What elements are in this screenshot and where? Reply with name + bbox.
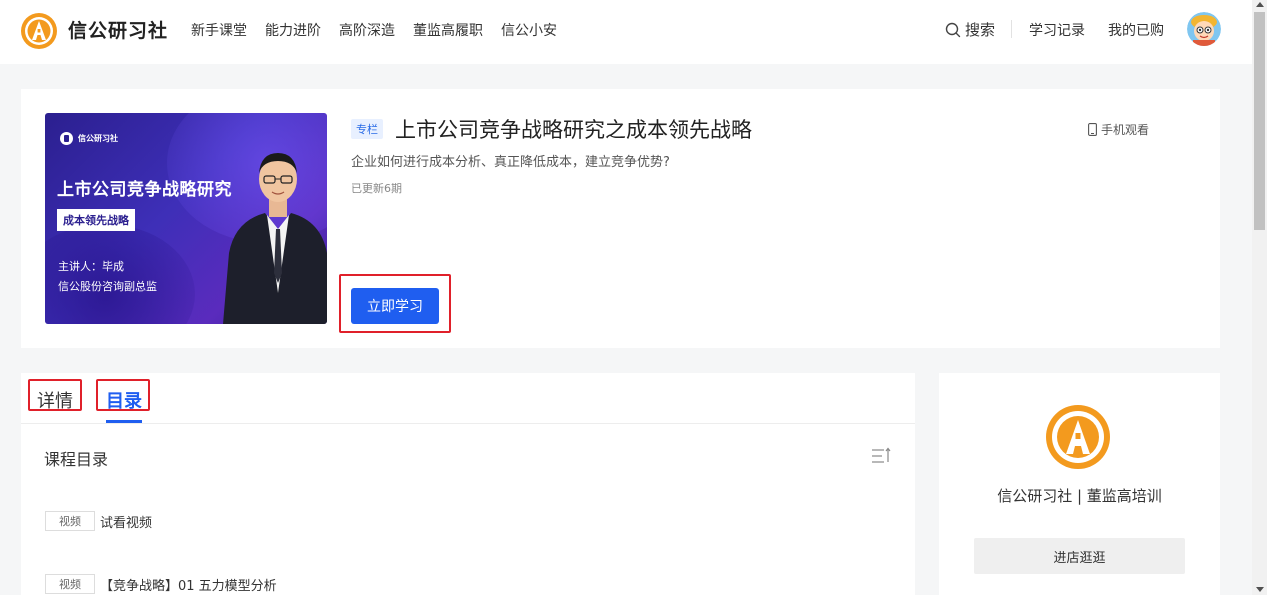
mobile-watch-button[interactable]: 手机观看 [1088, 121, 1149, 138]
mobile-icon [1088, 123, 1097, 136]
update-count: 已更新6期 [351, 182, 402, 195]
catalog-section-title: 课程目录 [44, 450, 109, 469]
column-badge: 专栏 [351, 119, 383, 139]
cover-presenter: 主讲人：毕成 [58, 260, 124, 273]
logo-icon[interactable] [20, 12, 58, 50]
nav-item-xiaoan[interactable]: 信公小安 [501, 20, 557, 40]
cover-title: 上市公司竞争战略研究 [57, 180, 232, 200]
purchased-link[interactable]: 我的已购 [1108, 20, 1164, 40]
cover-tag: 成本领先战略 [57, 209, 135, 231]
shop-name: 信公研习社 | 董监高培训 [997, 487, 1162, 505]
vertical-scrollbar[interactable] [1252, 0, 1267, 595]
cover-brand: 信公研习社 [60, 132, 118, 145]
catalog-panel: 详情 目录 课程目录 视频 试看视频 视频 【竞争战略】01 五力模型分析 [21, 373, 915, 595]
course-title: 上市公司竞争战略研究之成本领先战略 [395, 118, 752, 142]
visit-shop-button[interactable]: 进店逛逛 [974, 538, 1185, 574]
top-header: 信公研习社 新手课堂 能力进阶 高阶深造 董监高履职 信公小安 搜索 学习记录 … [0, 0, 1252, 64]
lesson-item[interactable]: 视频 【竞争战略】01 五力模型分析 [45, 574, 277, 594]
cover-logo-icon [60, 132, 73, 145]
main-nav: 新手课堂 能力进阶 高阶深造 董监高履职 信公小安 [191, 20, 575, 40]
lesson-title: 【竞争战略】01 五力模型分析 [100, 578, 277, 594]
cover-brand-text: 信公研习社 [78, 134, 118, 143]
lesson-type-tag: 视频 [45, 574, 95, 594]
nav-item-advanced[interactable]: 能力进阶 [265, 20, 321, 40]
study-history-link[interactable]: 学习记录 [1029, 20, 1085, 40]
cover-presenter-title: 信公股份咨询副总监 [58, 280, 157, 293]
scroll-thumb[interactable] [1254, 12, 1265, 230]
header-divider [1011, 20, 1012, 38]
course-cover-image[interactable]: 信公研习社 上市公司竞争战略研究 成本领先战略 主讲人：毕成 信公股份咨询副总监 [45, 113, 327, 324]
search-label: 搜索 [965, 21, 996, 39]
avatar[interactable] [1187, 12, 1221, 46]
nav-item-expert[interactable]: 高阶深造 [339, 20, 395, 40]
scroll-down-arrow-icon[interactable] [1256, 587, 1264, 592]
mobile-watch-label: 手机观看 [1101, 123, 1150, 137]
lesson-title: 试看视频 [100, 515, 153, 531]
brand-name[interactable]: 信公研习社 [68, 16, 168, 43]
nav-item-directors[interactable]: 董监高履职 [413, 20, 483, 40]
highlight-box-catalog [96, 379, 150, 411]
course-card: 信公研习社 上市公司竞争战略研究 成本领先战略 主讲人：毕成 信公股份咨询副总监… [21, 89, 1220, 348]
highlight-box-detail [28, 379, 82, 411]
lesson-type-tag: 视频 [45, 511, 95, 531]
nav-item-beginner[interactable]: 新手课堂 [191, 20, 247, 40]
shop-logo-icon[interactable] [1045, 404, 1111, 470]
lesson-item[interactable]: 视频 试看视频 [45, 511, 152, 531]
search-button[interactable]: 搜索 [945, 19, 995, 40]
page: 信公研习社 新手课堂 能力进阶 高阶深造 董监高履职 信公小安 搜索 学习记录 … [0, 0, 1267, 595]
course-subtitle: 企业如何进行成本分析、真正降低成本，建立竞争优势? [351, 155, 670, 170]
search-icon [945, 22, 961, 37]
shop-panel: 信公研习社 | 董监高培训 进店逛逛 [939, 373, 1220, 595]
highlight-box-study [339, 274, 451, 333]
presenter-photo [223, 153, 327, 324]
cover-decoration [45, 224, 195, 324]
tab-divider [21, 423, 915, 424]
scroll-up-arrow-icon[interactable] [1256, 2, 1264, 7]
sort-icon[interactable] [871, 447, 891, 465]
